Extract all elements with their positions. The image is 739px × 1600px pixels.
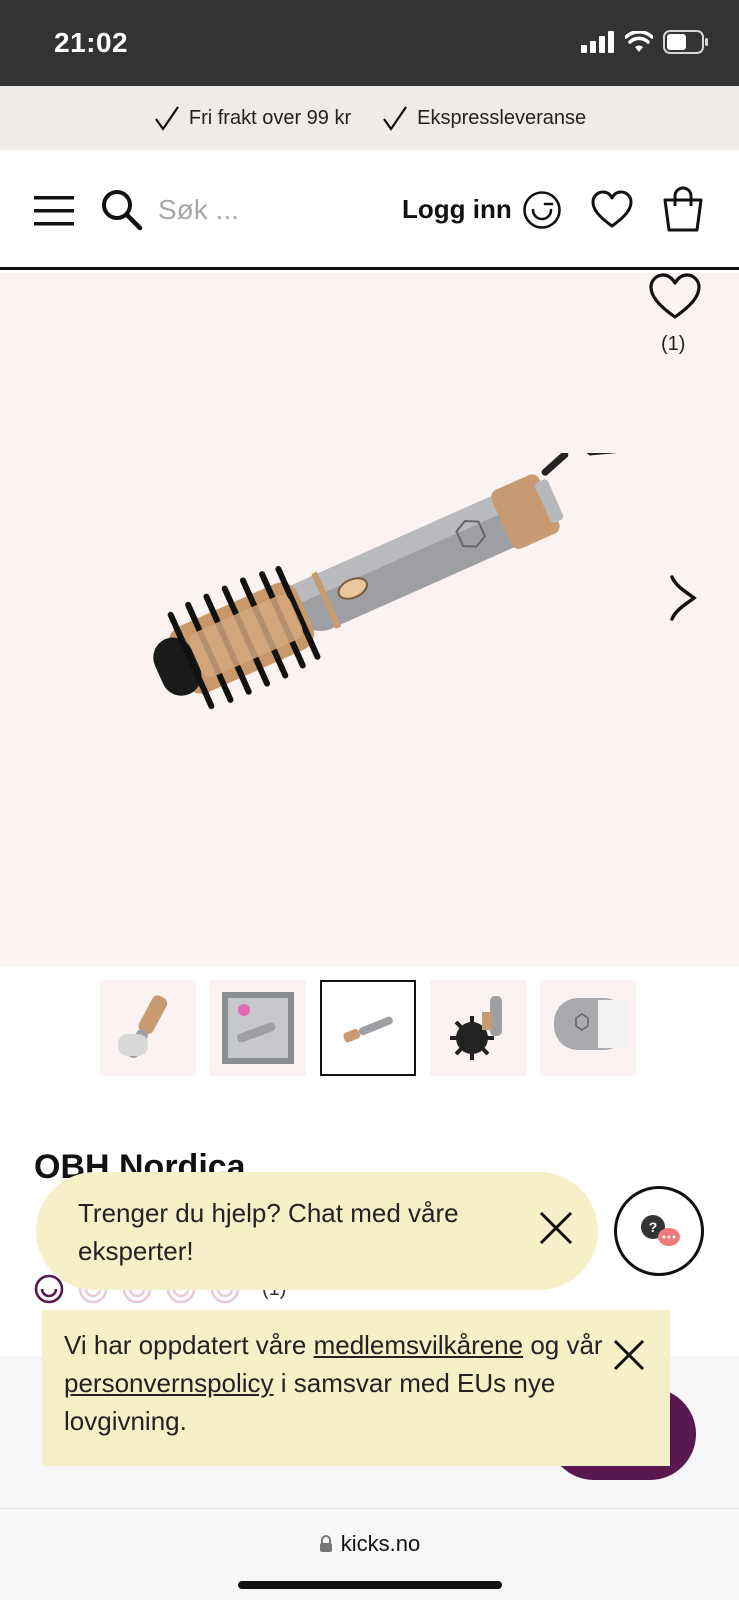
login-button[interactable]: Logg inn <box>402 194 512 225</box>
search-input[interactable] <box>158 190 358 230</box>
smiley-wink-icon[interactable] <box>522 190 562 230</box>
promo-item-free-shipping: Fri frakt over 99 kr <box>153 104 351 132</box>
thumbnail-4[interactable] <box>430 980 526 1076</box>
checkmark-icon <box>154 106 179 131</box>
thumbnail-2[interactable] <box>210 980 306 1076</box>
favorite-count: (1) <box>661 333 686 355</box>
notice-text-part: Vi har oppdatert våre <box>64 1330 314 1360</box>
signal-icon <box>581 31 614 53</box>
thumbnail-image <box>343 1016 393 1043</box>
thumbnail-image <box>222 992 294 1064</box>
thumbnail-5[interactable] <box>540 980 636 1076</box>
status-icons <box>581 30 709 54</box>
url-display[interactable]: kicks.no <box>0 1531 739 1557</box>
site-header: Logg inn <box>0 150 739 270</box>
favorite-heart-icon[interactable] <box>648 273 702 321</box>
close-icon[interactable] <box>612 1338 646 1372</box>
svg-text:?: ? <box>649 1219 658 1235</box>
promo-text: Fri frakt over 99 kr <box>188 106 352 129</box>
product-image <box>153 453 620 710</box>
thumbnail-image <box>450 996 502 1060</box>
battery-icon <box>663 30 708 54</box>
hamburger-menu-icon[interactable] <box>34 194 74 228</box>
home-indicator[interactable] <box>238 1581 502 1589</box>
next-image-arrow-icon[interactable] <box>668 573 698 623</box>
chat-bubbles-icon: ? <box>641 1215 680 1246</box>
thumbnail-image <box>118 995 168 1059</box>
thumbnail-1[interactable] <box>100 980 196 1076</box>
thumbnail-image <box>554 998 628 1050</box>
chat-prompt[interactable]: Trenger du hjelp? Chat med våre eksperte… <box>36 1172 598 1290</box>
membership-terms-link[interactable]: medlemsvilkårene <box>314 1330 524 1360</box>
chat-button[interactable]: ? <box>614 1186 704 1276</box>
shopping-bag-icon[interactable] <box>662 186 704 232</box>
browser-address-bar[interactable]: kicks.no <box>0 1508 739 1600</box>
product-image-gallery[interactable]: (1) <box>0 273 739 966</box>
privacy-policy-link[interactable]: personvernspolicy <box>64 1368 274 1398</box>
search-icon[interactable] <box>100 188 144 232</box>
close-icon[interactable] <box>538 1210 574 1246</box>
promo-item-express: Ekspressleveranse <box>381 104 586 132</box>
thumbnail-3[interactable] <box>320 980 416 1076</box>
status-bar: 21:02 <box>0 0 739 86</box>
checkmark-icon <box>383 106 408 131</box>
promo-text: Ekspressleveranse <box>417 106 587 129</box>
wifi-icon <box>625 31 653 52</box>
terms-update-notice: Vi har oppdatert våre medlemsvilkårene o… <box>42 1310 670 1466</box>
notice-text: Vi har oppdatert våre medlemsvilkårene o… <box>64 1326 604 1440</box>
promo-bar: Fri frakt over 99 kr Ekspressleveranse <box>0 86 739 150</box>
url-text: kicks.no <box>340 1531 421 1556</box>
notice-text-part: og vår <box>523 1330 603 1360</box>
heart-icon[interactable] <box>590 190 634 230</box>
thumbnail-strip <box>100 980 636 1076</box>
chat-prompt-text: Trenger du hjelp? Chat med våre eksperte… <box>78 1198 459 1266</box>
status-time: 21:02 <box>54 27 129 58</box>
lock-icon <box>319 1535 332 1552</box>
